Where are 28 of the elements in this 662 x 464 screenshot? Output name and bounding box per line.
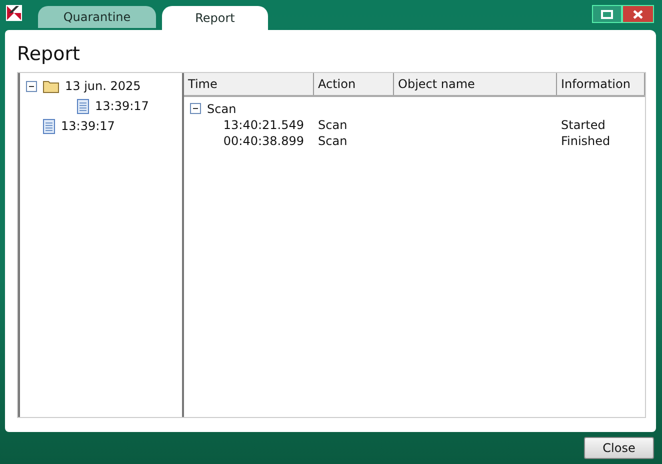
maximize-button[interactable] <box>592 5 622 23</box>
app-logo-icon <box>6 5 22 21</box>
page-title: Report <box>17 42 81 66</box>
column-header[interactable]: Action <box>314 73 394 95</box>
tab[interactable]: Report <box>162 6 268 30</box>
table-cell: Finished <box>561 134 610 148</box>
close-icon <box>633 10 643 18</box>
folder-icon <box>43 80 59 92</box>
tree-item[interactable]: 13:39:17 <box>61 119 115 133</box>
table-cell: 00:40:38.899 <box>223 134 304 148</box>
table-cell: Started <box>561 118 606 132</box>
group-label: Scan <box>207 102 236 116</box>
tree-item[interactable]: 13:39:17 <box>95 99 149 113</box>
tab[interactable]: Quarantine <box>38 6 156 28</box>
document-icon <box>77 98 89 114</box>
close-dialog-button[interactable]: Close <box>584 437 654 459</box>
document-icon <box>43 118 55 134</box>
column-header[interactable]: Object name <box>394 73 557 95</box>
collapse-icon[interactable] <box>190 103 201 114</box>
collapse-icon[interactable] <box>26 80 37 92</box>
table-cell: Scan <box>318 134 348 148</box>
column-header[interactable]: Time <box>184 73 314 95</box>
tree-item[interactable]: 13 jun. 2025 <box>65 79 141 93</box>
close-button[interactable] <box>622 5 654 23</box>
maximize-icon <box>601 10 613 18</box>
table-cell: Scan <box>318 118 348 132</box>
table-cell: 13:40:21.549 <box>223 118 304 132</box>
column-header[interactable]: Information <box>557 73 645 95</box>
